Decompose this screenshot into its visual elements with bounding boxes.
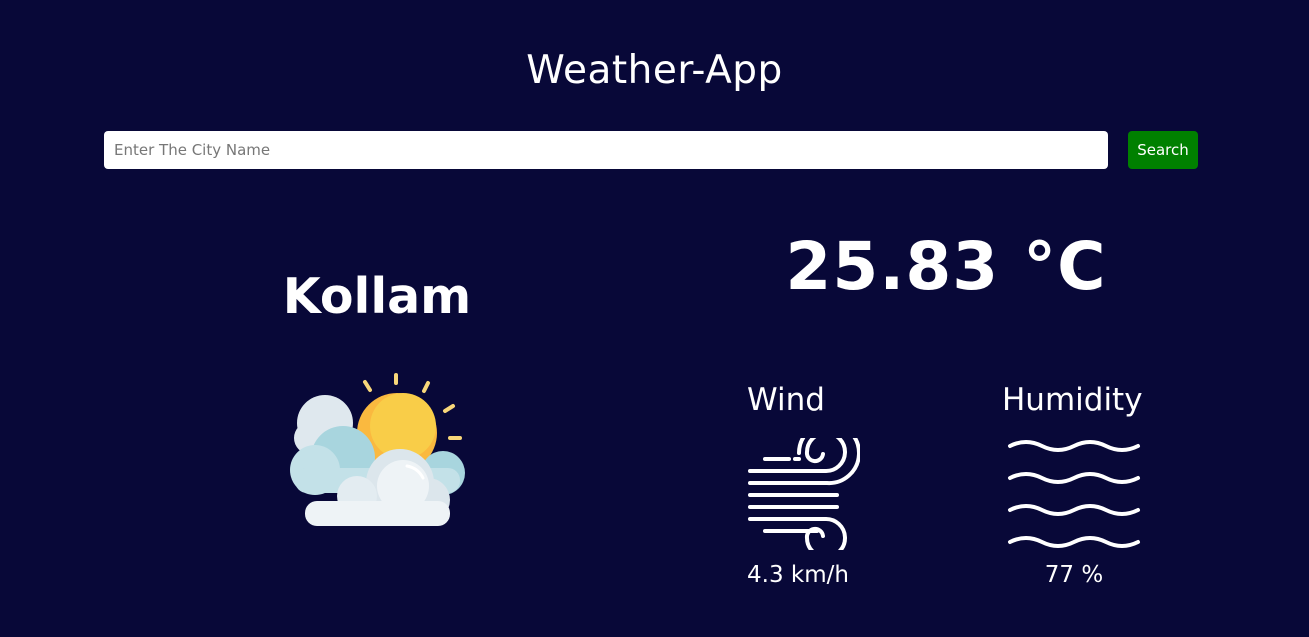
partly-cloudy-sun-icon <box>290 373 465 526</box>
wind-icon <box>748 438 860 550</box>
wind-speed-value: 4.3 km/h <box>747 562 849 588</box>
humidity-value: 77 % <box>1044 562 1104 588</box>
city-name: Kollam <box>282 268 472 325</box>
wind-label: Wind <box>747 382 825 418</box>
app-title: Weather-App <box>526 48 783 93</box>
search-button[interactable]: Search <box>1128 131 1198 169</box>
humidity-waves-icon <box>1008 440 1140 548</box>
city-search-input[interactable] <box>104 131 1108 169</box>
temperature-value: 25.83 °C <box>785 228 1107 305</box>
humidity-label: Humidity <box>1002 382 1143 418</box>
